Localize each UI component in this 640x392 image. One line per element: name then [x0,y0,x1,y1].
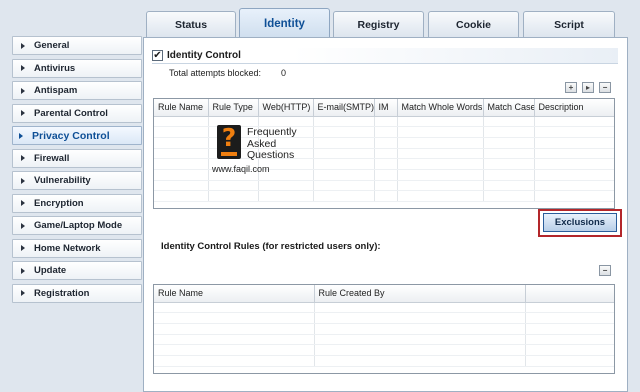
remove-icon[interactable]: − [599,82,611,93]
sidebar-item-general[interactable]: General [12,36,142,55]
exclusions-button[interactable]: Exclusions [543,213,617,232]
column-header[interactable]: Rule Name [154,285,315,303]
sidebar-item-game-laptop-mode[interactable]: Game/Laptop Mode [12,216,142,235]
table-row [154,312,614,324]
sidebar-item-label: Home Network [34,242,101,254]
column-header[interactable]: Match Whole Words [397,99,484,117]
sidebar-item-label: Vulnerability [34,175,91,186]
column-header[interactable]: Description [534,99,614,117]
identity-control-checkbox[interactable]: ✔ [152,50,163,61]
table-header-row: Rule Name Rule Created By [154,285,614,303]
sidebar-nav: General Antivirus Antispam Parental Cont… [12,36,142,306]
watermark-url: www.faqil.com [212,164,270,174]
column-header[interactable]: IM [374,99,398,117]
arrow-right-icon [21,155,25,161]
column-header[interactable]: Web(HTTP) [258,99,314,117]
sidebar-item-label: Antispam [34,85,78,96]
column-header[interactable]: Match Case [483,99,535,117]
sidebar-item-label: Encryption [34,197,84,209]
sidebar-item-antispam[interactable]: Antispam [12,81,142,100]
edit-icon[interactable]: ▸ [582,82,594,93]
sidebar-item-privacy-control[interactable]: Privacy Control [12,126,142,145]
table-row [154,302,614,314]
column-header[interactable] [525,285,614,303]
attempts-blocked-value: 0 [281,68,287,78]
table-row [154,355,614,367]
table-row [154,323,614,335]
sidebar-item-parental-control[interactable]: Parental Control [12,103,142,123]
table-row [154,180,614,192]
column-header[interactable]: Rule Created By [314,285,526,303]
tab-script[interactable]: Script [523,11,615,37]
sidebar-item-label: Privacy Control [32,129,110,142]
arrow-right-icon [21,87,25,94]
sidebar-item-label: Firewall [34,152,70,164]
identity-panel: ✔ Identity Control Total attempts blocke… [143,37,628,392]
sidebar-item-encryption[interactable]: Encryption [12,193,142,213]
arrow-right-icon [21,65,25,71]
arrow-right-icon [21,267,25,274]
rules-section-title: Identity Control Rules (for restricted u… [161,241,381,252]
question-mark-logo-icon: ? [217,125,241,159]
identity-control-header: ✔ Identity Control [152,48,618,64]
sidebar-item-firewall[interactable]: Firewall [12,148,142,168]
attempts-blocked-label: Total attempts blocked: [169,68,262,78]
faqil-watermark: ? Frequently Asked Questions www.faqil.c… [212,125,307,177]
sidebar-item-label: General [34,40,70,51]
sidebar-item-vulnerability[interactable]: Vulnerability [12,171,142,190]
sidebar-item-label: Update [34,265,67,276]
arrow-right-icon [19,132,23,139]
watermark-text: Frequently Asked Questions [247,126,297,161]
add-icon[interactable]: + [565,82,577,93]
tab-identity[interactable]: Identity [239,8,330,38]
table-row [154,334,614,346]
tab-status[interactable]: Status [146,11,236,37]
identity-control-title: Identity Control [167,50,241,61]
tab-registry[interactable]: Registry [333,11,424,37]
sidebar-item-label: Parental Control [34,107,108,119]
column-header[interactable]: E-mail(SMTP) [313,99,375,117]
arrow-right-icon [21,110,25,116]
sidebar-item-registration[interactable]: Registration [12,283,142,303]
column-header[interactable]: Rule Type [208,99,259,117]
table-header-row: Rule Name Rule Type Web(HTTP) E-mail(SMT… [154,99,614,117]
sidebar-item-home-network[interactable]: Home Network [12,238,142,258]
remove-icon[interactable]: − [599,265,611,276]
arrow-right-icon [21,42,25,49]
table-row [154,190,614,202]
sidebar-item-antivirus[interactable]: Antivirus [12,58,142,78]
tab-cookie[interactable]: Cookie [428,11,519,37]
arrow-right-icon [21,222,25,229]
attempts-blocked: Total attempts blocked: 0 [169,68,286,78]
arrow-right-icon [21,177,25,184]
sidebar-item-update[interactable]: Update [12,261,142,280]
arrow-right-icon [21,200,25,206]
sidebar-item-label: Antivirus [34,62,76,74]
table-row [154,344,614,356]
column-header[interactable]: Rule Name [154,99,209,117]
restricted-rules-table: Rule Name Rule Created By [153,284,615,374]
arrow-right-icon [21,290,25,296]
sidebar-item-label: Game/Laptop Mode [34,220,123,231]
arrow-right-icon [21,245,25,251]
sidebar-item-label: Registration [34,287,90,299]
